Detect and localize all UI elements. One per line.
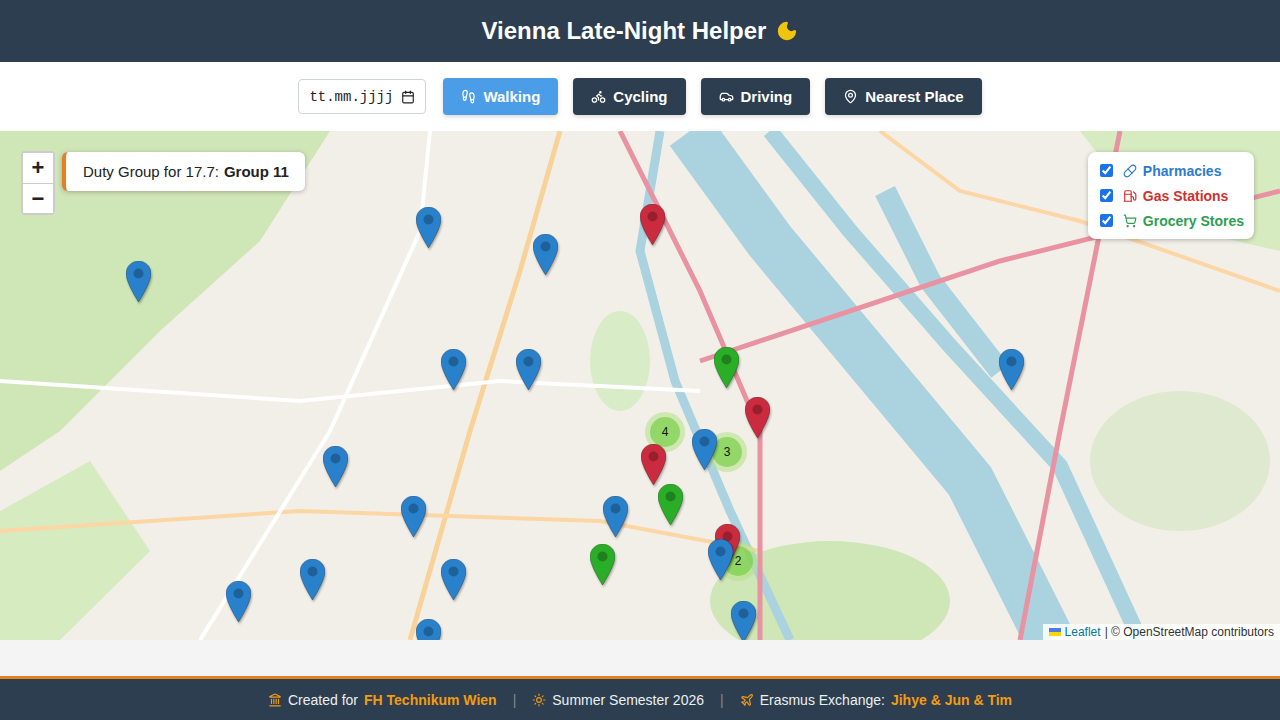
- pharmacy-pin-icon[interactable]: [441, 349, 466, 390]
- duty-group-info: Duty Group for 17.7:Group 11: [62, 152, 305, 191]
- footer-icon: [532, 693, 546, 707]
- pharmacy-pin-icon[interactable]: [692, 429, 717, 470]
- footer-item: Created forFH Technikum Wien: [268, 692, 497, 708]
- pharmacy-pin-icon[interactable]: [401, 496, 426, 537]
- layer-toggle[interactable]: Pharmacies: [1100, 160, 1244, 181]
- calendar-icon: [401, 90, 415, 104]
- map[interactable]: 432+−Duty Group for 17.7:Group 11Pharmac…: [0, 131, 1280, 640]
- zoom-in-button[interactable]: +: [23, 153, 53, 183]
- mode-button[interactable]: Driving: [701, 78, 811, 115]
- app: Vienna Late-Night Helper tt.mm.jjjj Walkin…: [0, 0, 1280, 720]
- mode-icon: [719, 89, 734, 104]
- cluster-count: 3: [712, 437, 742, 467]
- gas-pin-icon[interactable]: [640, 204, 665, 245]
- layer-checkbox[interactable]: [1100, 214, 1113, 227]
- layer-icon: [1123, 164, 1137, 178]
- layer-checkbox[interactable]: [1100, 164, 1113, 177]
- layer-checkbox[interactable]: [1100, 189, 1113, 202]
- footer-item: Erasmus Exchange:Jihye & Jun & Tim: [740, 692, 1012, 708]
- pharmacy-pin-icon[interactable]: [300, 559, 325, 600]
- moon-icon: [776, 20, 798, 42]
- grocery-pin-icon[interactable]: [590, 544, 615, 585]
- date-input[interactable]: tt.mm.jjjj: [298, 79, 426, 114]
- pharmacy-pin-icon[interactable]: [441, 559, 466, 600]
- gas-pin-icon[interactable]: [745, 397, 770, 438]
- footer-icon: [740, 693, 754, 707]
- footer-separator: |: [720, 692, 724, 708]
- footer-icon: [268, 693, 282, 707]
- pharmacy-pin-icon[interactable]: [533, 234, 558, 275]
- layer-toggle[interactable]: Grocery Stores: [1100, 210, 1244, 231]
- zoom-out-button[interactable]: −: [23, 183, 53, 213]
- mode-button[interactable]: Cycling: [573, 78, 685, 115]
- spacer-strip: [0, 640, 1280, 676]
- layer-icon: [1123, 189, 1137, 203]
- cluster-count: 4: [650, 417, 680, 447]
- layer-icon: [1123, 214, 1137, 228]
- header: Vienna Late-Night Helper: [0, 0, 1280, 62]
- pharmacy-pin-icon[interactable]: [323, 446, 348, 487]
- pharmacy-pin-icon[interactable]: [708, 539, 733, 580]
- footer-separator: |: [513, 692, 517, 708]
- pharmacy-pin-icon[interactable]: [416, 207, 441, 248]
- mode-icon: [591, 89, 606, 104]
- mode-icon: [461, 89, 476, 104]
- app-title: Vienna Late-Night Helper: [482, 17, 767, 45]
- grocery-pin-icon[interactable]: [714, 347, 739, 388]
- ukraine-flag-icon: [1049, 628, 1061, 636]
- layer-toggle[interactable]: Gas Stations: [1100, 185, 1244, 206]
- leaflet-link[interactable]: Leaflet: [1065, 625, 1101, 639]
- toolbar: tt.mm.jjjj Walking Cycling Driving Nearest P…: [0, 62, 1280, 131]
- footer: Created forFH Technikum Wien | Summer Seme…: [0, 676, 1280, 720]
- pharmacy-pin-icon[interactable]: [516, 349, 541, 390]
- pharmacy-pin-icon[interactable]: [731, 601, 756, 640]
- pharmacy-pin-icon[interactable]: [603, 496, 628, 537]
- pharmacy-pin-icon[interactable]: [416, 619, 441, 640]
- map-attribution: Leaflet| © OpenStreetMap contributors: [1043, 624, 1280, 640]
- pharmacy-pin-icon[interactable]: [126, 261, 151, 302]
- mode-button[interactable]: Walking: [443, 78, 558, 115]
- pharmacy-pin-icon[interactable]: [999, 349, 1024, 390]
- layer-legend: Pharmacies Gas Stations Grocery Stores: [1088, 152, 1254, 239]
- pharmacy-pin-icon[interactable]: [226, 581, 251, 622]
- gas-pin-icon[interactable]: [641, 444, 666, 485]
- mode-icon: [843, 89, 858, 104]
- grocery-pin-icon[interactable]: [658, 484, 683, 525]
- mode-button[interactable]: Nearest Place: [825, 78, 981, 115]
- footer-item: Summer Semester 2026: [532, 692, 704, 708]
- zoom-control: +−: [21, 151, 55, 215]
